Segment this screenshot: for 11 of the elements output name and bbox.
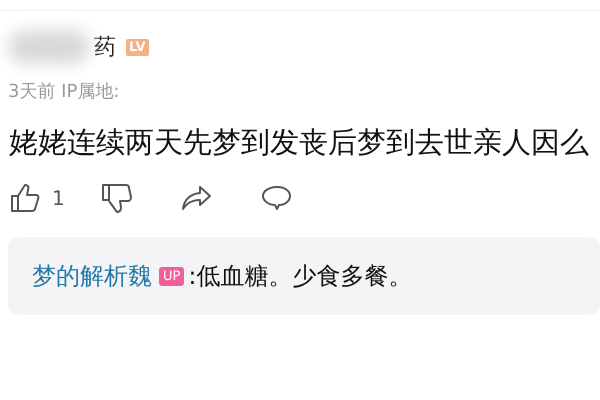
comment-text: 姥姥连续两天先梦到发丧后梦到去世亲人因么 — [8, 124, 590, 161]
reply-text: 低血糖。少食多餐。 — [196, 261, 412, 292]
level-badge: LV — [126, 38, 149, 56]
user-name[interactable]: 药 — [94, 32, 116, 62]
reply-author[interactable]: 梦的解析魏 — [32, 260, 152, 292]
up-badge: UP — [159, 266, 184, 286]
comment-meta: 3天前 IP属地: — [7, 80, 120, 103]
like-count: 1 — [52, 186, 66, 210]
reply-separator: : — [188, 262, 196, 290]
thumbs-down-icon[interactable] — [100, 181, 134, 215]
thumbs-up-icon[interactable] — [8, 181, 42, 215]
